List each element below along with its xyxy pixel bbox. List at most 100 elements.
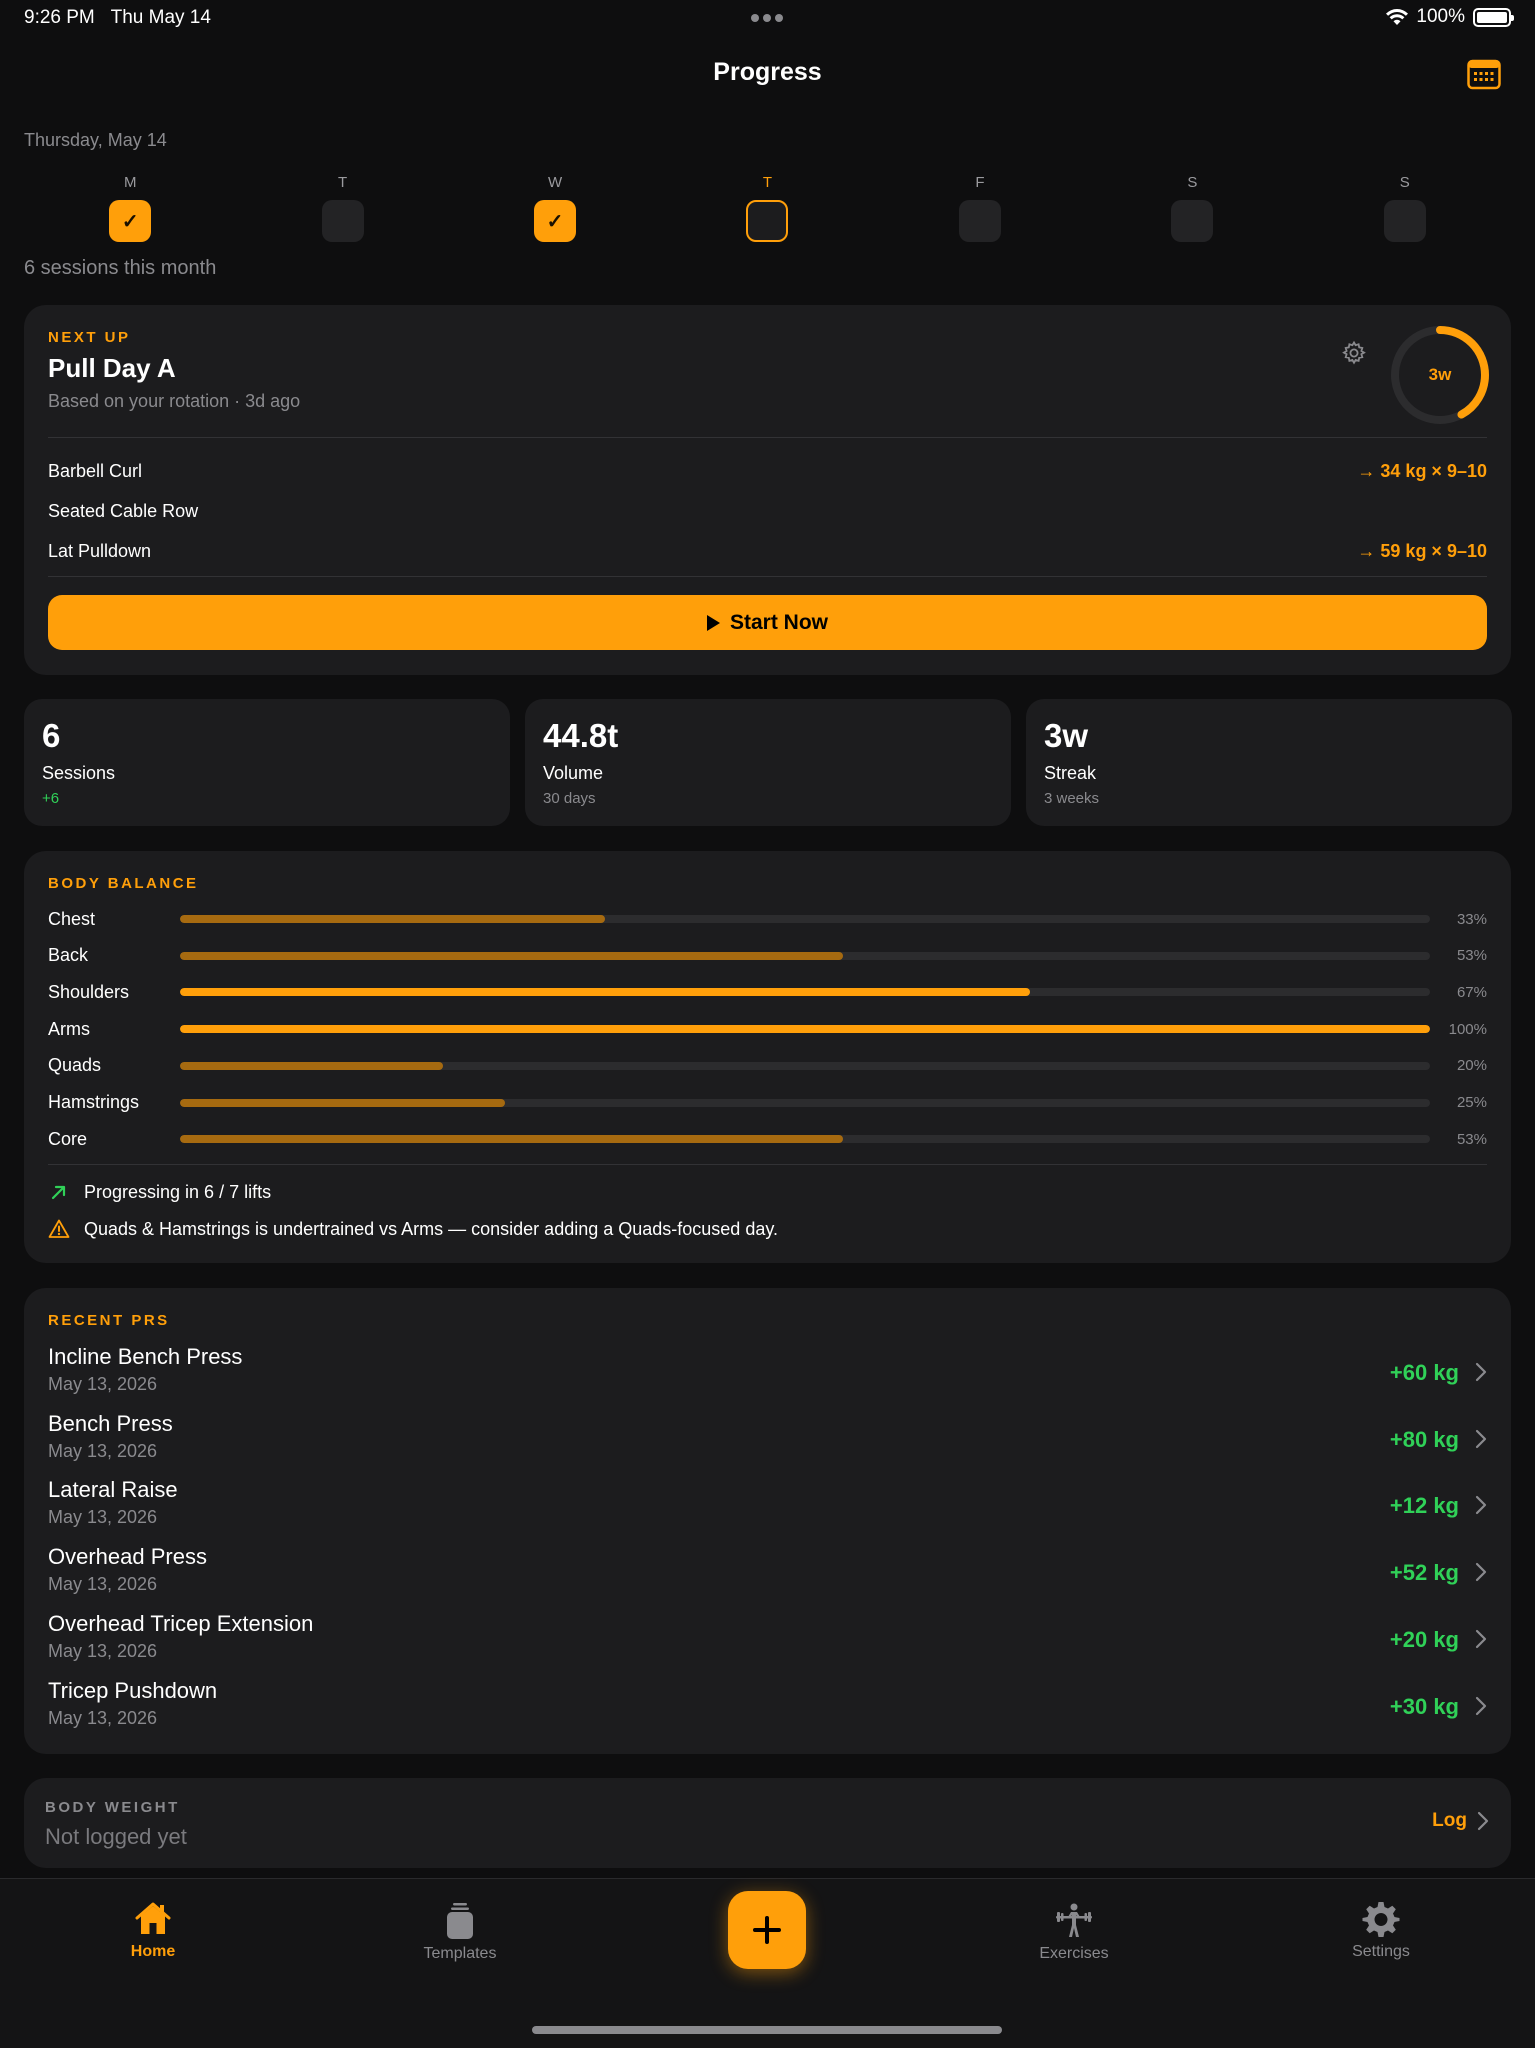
pr-exercise-name: Overhead Tricep Extension <box>48 1610 314 1636</box>
week-day[interactable]: T <box>236 174 448 242</box>
divider <box>48 1164 1487 1165</box>
balance-muscle-name: Shoulders <box>48 981 130 1002</box>
pr-row[interactable]: Tricep Pushdown May 13, 2026 +30 kg <box>48 1678 1511 1738</box>
chevron-right-icon <box>1475 1629 1487 1648</box>
pr-date: May 13, 2026 <box>48 1440 158 1461</box>
week-day[interactable]: M ✓ <box>24 174 236 242</box>
pr-exercise-name: Tricep Pushdown <box>48 1677 218 1703</box>
status-date: Thu May 14 <box>110 7 211 28</box>
chevron-right-icon <box>1477 1811 1489 1831</box>
balance-bar-track <box>180 1135 1430 1144</box>
tab-home[interactable]: Home <box>73 1899 233 1961</box>
next-up-label: NEXT UP <box>48 329 131 346</box>
exercise-target: → 59 kg × 9–10 <box>1357 540 1487 561</box>
balance-muscle-name: Hamstrings <box>48 1092 140 1112</box>
log-weight-button[interactable]: Log <box>1432 1810 1489 1832</box>
week-day[interactable]: S <box>1086 174 1298 242</box>
chevron-right-icon <box>1475 1429 1487 1448</box>
week-day[interactable]: T <box>661 174 873 242</box>
balance-percent: 53% <box>1456 947 1487 965</box>
pr-gain: +60 kg <box>1389 1360 1459 1385</box>
home-indicator[interactable] <box>532 2026 1002 2034</box>
tab-bar: Home Templates Exercises Settings <box>0 1878 1535 2048</box>
body-weight-card[interactable]: BODY WEIGHT Not logged yet Log <box>24 1778 1511 1868</box>
tab-exercises[interactable]: Exercises <box>994 1901 1154 1963</box>
body-weight-value: Not logged yet <box>45 1824 187 1849</box>
exercise-row[interactable]: Barbell Curl → 34 kg × 9–10 <box>48 451 1487 491</box>
stat-value: 6 <box>42 717 61 754</box>
next-up-card: NEXT UP Pull Day A Based on your rotatio… <box>24 305 1511 675</box>
multitasking-dots-icon[interactable] <box>751 14 783 22</box>
stat-sub: 30 days <box>543 790 596 807</box>
week-day[interactable]: S <box>1299 174 1511 242</box>
page-title: Progress <box>713 58 822 86</box>
pr-row[interactable]: Bench Press May 13, 2026 +80 kg <box>48 1411 1511 1471</box>
day-box <box>1171 200 1214 242</box>
balance-bar-fill <box>180 1025 1430 1034</box>
balance-row: Core 53% <box>48 1125 1487 1153</box>
balance-row: Back 53% <box>48 942 1487 970</box>
tab-templates[interactable]: Templates <box>380 1901 540 1963</box>
pr-gain: +30 kg <box>1389 1693 1459 1719</box>
pr-row[interactable]: Incline Bench Press May 13, 2026 +60 kg <box>48 1344 1511 1404</box>
day-box <box>746 200 789 242</box>
workout-settings-gear-icon[interactable] <box>1341 340 1367 366</box>
tab-settings-label: Settings <box>1352 1943 1410 1960</box>
add-workout-button[interactable] <box>728 1891 806 1969</box>
balance-percent: 25% <box>1456 1094 1487 1111</box>
balance-muscle-name: Quads <box>48 1055 102 1076</box>
balance-row: Chest 33% <box>48 905 1487 933</box>
pr-row[interactable]: Overhead Tricep Extension May 13, 2026 +20… <box>48 1611 1511 1671</box>
tab-exercises-label: Exercises <box>1039 1945 1109 1962</box>
day-checkmark-icon: ✓ <box>109 200 152 242</box>
pr-gain: +52 kg <box>1389 1560 1459 1586</box>
pr-row[interactable]: Lateral Raise May 13, 2026 +12 kg <box>48 1477 1511 1537</box>
warning-insight: Quads & Hamstrings is undertrained vs Ar… <box>48 1218 778 1240</box>
pr-date: May 13, 2026 <box>48 1374 158 1394</box>
week-day-letter: F <box>975 174 985 191</box>
balance-bar-fill <box>180 915 605 923</box>
settings-icon <box>1362 1902 1400 1937</box>
pr-date: May 13, 2026 <box>48 1640 158 1661</box>
week-day-letter: S <box>1187 174 1198 191</box>
week-day[interactable]: W ✓ <box>449 174 661 242</box>
balance-bar-fill <box>180 951 843 960</box>
balance-percent: 100% <box>1448 1020 1487 1038</box>
battery-icon <box>1473 7 1514 27</box>
day-box <box>1383 200 1426 242</box>
progress-insight: Progressing in 6 / 7 lifts <box>48 1181 271 1203</box>
pr-gain: +12 kg <box>1389 1493 1459 1519</box>
start-now-label: Start Now <box>729 610 828 634</box>
pr-date: May 13, 2026 <box>48 1574 158 1595</box>
wifi-icon <box>1386 8 1409 25</box>
home-icon <box>135 1902 171 1934</box>
balance-muscle-name: Core <box>48 1128 88 1149</box>
warning-insight-text: Quads & Hamstrings is undertrained vs Ar… <box>84 1218 779 1239</box>
week-day-letter: T <box>762 174 773 191</box>
pr-exercise-name: Lateral Raise <box>48 1477 178 1503</box>
exercise-row[interactable]: Seated Cable Row <box>48 491 1487 531</box>
calendar-icon[interactable] <box>1467 58 1501 90</box>
tab-settings[interactable]: Settings <box>1301 1899 1461 1961</box>
week-day-letter: S <box>1399 174 1410 191</box>
balance-percent: 67% <box>1456 983 1487 1001</box>
templates-icon <box>447 1903 473 1939</box>
week-day[interactable]: F <box>874 174 1086 242</box>
chevron-right-icon <box>1475 1562 1487 1582</box>
status-bar: 9:26 PM Thu May 14 100% <box>0 0 1535 36</box>
balance-muscle-name: Chest <box>48 908 96 929</box>
exercise-row[interactable]: Lat Pulldown → 59 kg × 9–10 <box>48 531 1487 571</box>
pr-row[interactable]: Overhead Press May 13, 2026 +52 kg <box>48 1544 1511 1604</box>
balance-bar-fill <box>180 1135 843 1144</box>
day-box <box>321 200 364 242</box>
sessions-this-month: 6 sessions this month <box>24 257 217 279</box>
balance-bar-track <box>180 915 1430 923</box>
balance-row: Hamstrings 25% <box>48 1089 1487 1117</box>
stat-sub: +6 <box>42 790 60 807</box>
week-strip: M ✓ T W ✓ T F S S <box>24 174 1511 242</box>
stat-label: Streak <box>1044 763 1097 783</box>
start-now-button[interactable]: Start Now <box>48 595 1487 650</box>
chevron-right-icon <box>1475 1362 1487 1382</box>
balance-bar-track <box>180 1098 1430 1107</box>
body-weight-label: BODY WEIGHT <box>45 1799 180 1816</box>
